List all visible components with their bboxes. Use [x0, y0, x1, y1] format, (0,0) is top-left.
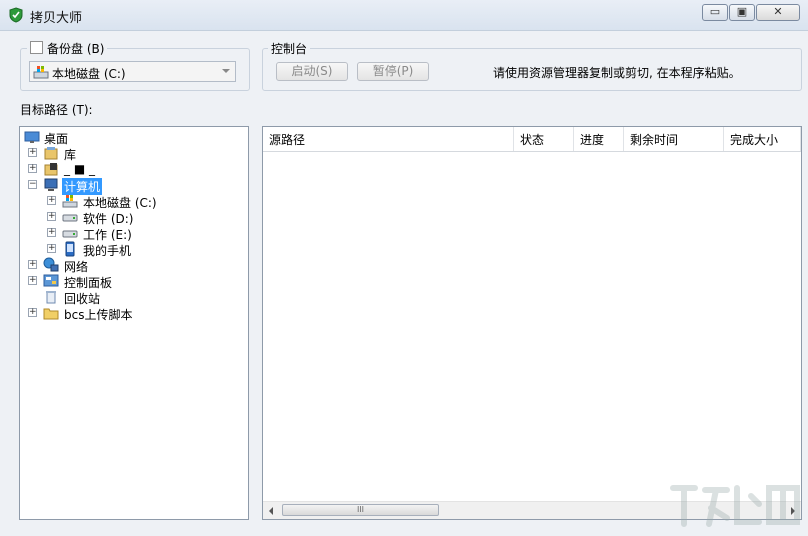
close-button[interactable]: ✕: [756, 4, 800, 21]
close-icon: ✕: [773, 5, 783, 18]
hard-drive-icon: [62, 214, 78, 222]
expand-icon[interactable]: +: [47, 244, 56, 253]
task-list[interactable]: 源路径 状态 进度 剩余时间 完成大小 III: [262, 126, 802, 520]
watermark-logo-icon: [670, 485, 800, 527]
hard-drive-icon: [62, 230, 78, 238]
expand-icon[interactable]: +: [28, 260, 37, 269]
pause-button[interactable]: 暂停(P): [357, 62, 429, 81]
scroll-left-icon[interactable]: [269, 507, 273, 515]
target-path-label: 目标路径 (T):: [20, 103, 93, 117]
backup-drive-select[interactable]: 本地磁盘 (C:): [29, 61, 236, 82]
maximize-icon: ▣: [736, 5, 748, 18]
shield-icon: [9, 7, 23, 23]
title-bar: 拷贝大师 ▭ ▣ ✕: [0, 0, 808, 31]
window-title: 拷贝大师: [30, 11, 83, 26]
computer-icon: [44, 178, 58, 191]
phone-icon: [65, 241, 75, 257]
network-icon: [43, 257, 59, 272]
expand-icon[interactable]: +: [28, 308, 37, 317]
expand-icon[interactable]: +: [28, 276, 37, 285]
column-header-source[interactable]: 源路径: [263, 127, 514, 151]
minimize-button[interactable]: ▭: [702, 4, 728, 21]
windows-drive-icon: [62, 195, 78, 208]
maximize-button[interactable]: ▣: [729, 4, 755, 21]
folder-icon: [43, 308, 59, 320]
control-panel-icon: [43, 274, 59, 287]
scroll-thumb[interactable]: III: [282, 504, 439, 516]
folder-tree[interactable]: 桌面 + 库 + _ ■ _ − 计算机 + 本地磁盘 (C:) + 软件 (D…: [19, 126, 249, 520]
windows-drive-icon: [33, 66, 49, 79]
expand-icon[interactable]: +: [28, 164, 37, 173]
start-button[interactable]: 启动(S): [276, 62, 348, 81]
backup-checkbox[interactable]: [30, 41, 43, 54]
desktop-icon: [24, 131, 40, 143]
column-header-status[interactable]: 状态: [514, 127, 574, 151]
console-legend: 控制台: [268, 40, 311, 57]
expand-icon[interactable]: +: [28, 148, 37, 157]
column-header-completed[interactable]: 完成大小: [724, 127, 801, 151]
library-icon: [44, 147, 58, 160]
expand-icon[interactable]: +: [47, 228, 56, 237]
console-hint: 请使用资源管理器复制或剪切, 在本程序粘贴。: [493, 66, 741, 80]
minimize-icon: ▭: [709, 5, 721, 18]
column-header-progress[interactable]: 进度: [574, 127, 624, 151]
column-header-remaining[interactable]: 剩余时间: [624, 127, 724, 151]
user-folder-icon: [44, 163, 58, 176]
chevron-down-icon[interactable]: [222, 69, 230, 73]
app-window: 拷贝大师 ▭ ▣ ✕ 备份盘 (B) 本地磁盘 (C:) 控制台 启动(S) 暂…: [0, 0, 808, 536]
backup-drive-value: 本地磁盘 (C:): [52, 67, 126, 81]
collapse-icon[interactable]: −: [28, 180, 37, 189]
recycle-bin-icon: [46, 291, 56, 304]
backup-checkbox-label[interactable]: 备份盘 (B): [27, 40, 108, 57]
expand-icon[interactable]: +: [47, 212, 56, 221]
expand-icon[interactable]: +: [47, 196, 56, 205]
list-header: 源路径 状态 进度 剩余时间 完成大小: [263, 127, 801, 152]
